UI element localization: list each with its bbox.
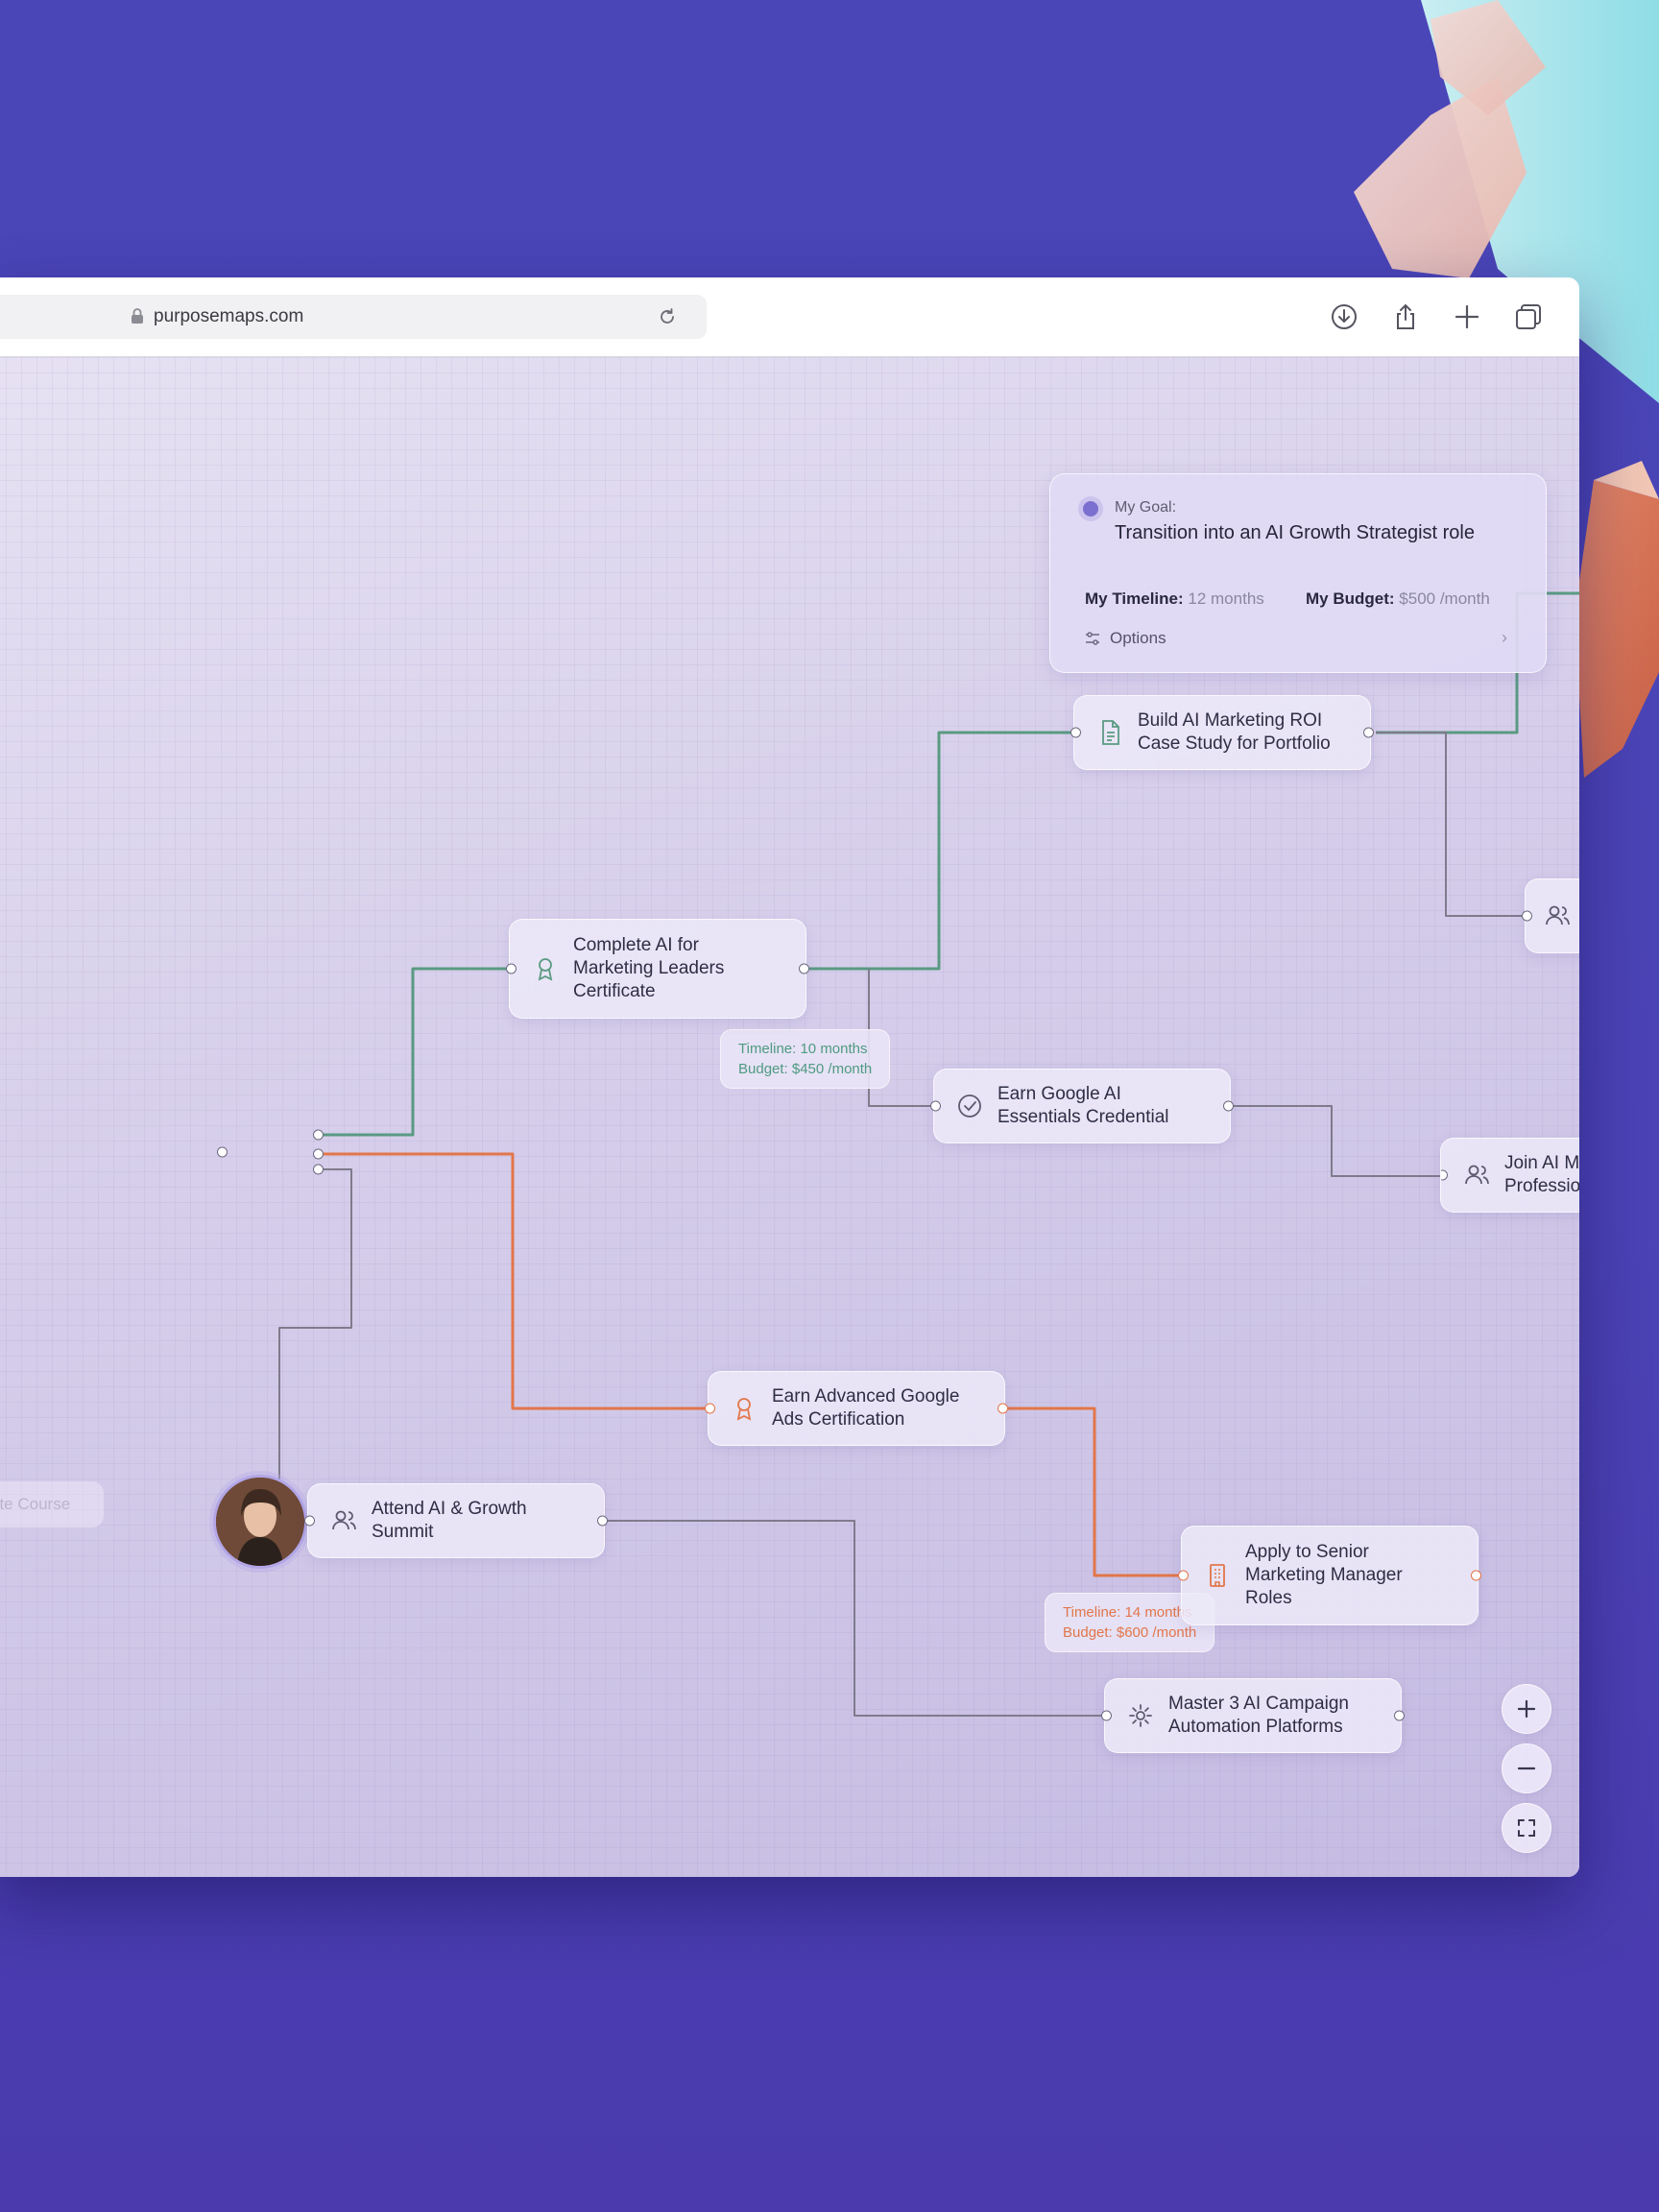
node-join-ai-professionals[interactable]: Join AI M Professio: [1440, 1138, 1579, 1213]
gear-icon: [1129, 1704, 1152, 1727]
node-complete-ai-certificate[interactable]: Complete AI for Marketing Leaders Certif…: [506, 919, 809, 1019]
node-output-port[interactable]: [799, 963, 809, 974]
node-label: Attend AI & Growth: [372, 1499, 527, 1519]
fullscreen-icon: [1518, 1819, 1535, 1837]
node-build-roi-case-study[interactable]: Build AI Marketing ROI Case Study for Po…: [1070, 695, 1374, 770]
browser-toolbar: purposemaps.com: [0, 277, 1579, 357]
users-icon: [1546, 905, 1570, 926]
plus-icon: [1517, 1699, 1536, 1719]
node-label: Marketing Leaders: [573, 958, 725, 978]
download-icon[interactable]: [1328, 301, 1360, 333]
green-path-summary: Timeline: 10 months Budget: $450 /month: [720, 1029, 891, 1089]
node-label: Earn Advanced Google: [772, 1386, 960, 1407]
tabs-icon[interactable]: [1512, 301, 1545, 333]
node-label: Build AI Marketing ROI: [1138, 710, 1323, 731]
node-label: Roles: [1245, 1588, 1292, 1608]
goal-timeline: My Timeline: 12 months: [1085, 589, 1264, 609]
node-input-port[interactable]: [1101, 1710, 1112, 1721]
chevron-right-icon[interactable]: ›: [1502, 628, 1507, 648]
zoom-out-button[interactable]: [1502, 1743, 1551, 1793]
goal-label: My Goal:: [1115, 499, 1177, 516]
award-icon: [736, 1398, 752, 1421]
timeline-value: 12 months: [1188, 589, 1264, 608]
award-icon: [538, 958, 553, 981]
goal-title: Transition into an AI Growth Strategist …: [1115, 522, 1475, 543]
node-input-port[interactable]: [705, 1403, 715, 1414]
node-label: Apply to Senior: [1245, 1542, 1369, 1562]
node-output-port[interactable]: [597, 1515, 608, 1527]
node-label: Professio: [1504, 1176, 1579, 1196]
url-text: purposemaps.com: [154, 306, 304, 326]
pill-timeline: Timeline: 10 months: [738, 1041, 868, 1057]
node-output-port[interactable]: [998, 1403, 1008, 1414]
pill-timeline: Timeline: 14 months: [1063, 1604, 1192, 1621]
users-icon: [332, 1510, 356, 1530]
plus-icon[interactable]: [1451, 301, 1483, 333]
zoom-in-button[interactable]: [1502, 1684, 1551, 1734]
user-avatar[interactable]: [213, 1475, 307, 1569]
node-label: Marketing Manager: [1245, 1565, 1403, 1585]
avatar-port[interactable]: [313, 1148, 324, 1160]
map-canvas[interactable]: ete Course My Goal: Transition into an A…: [0, 357, 1579, 1877]
timeline-key: My Timeline:: [1085, 589, 1184, 608]
avatar-portrait: [216, 1478, 304, 1566]
avatar-port[interactable]: [217, 1146, 228, 1158]
partial-node-ghost[interactable]: ete Course: [0, 1481, 104, 1527]
minus-icon: [1517, 1767, 1536, 1770]
options-label: Options: [1110, 629, 1166, 647]
document-icon: [1102, 720, 1119, 745]
building-icon: [1210, 1564, 1225, 1587]
avatar-port[interactable]: [313, 1129, 324, 1141]
share-icon[interactable]: [1389, 301, 1422, 333]
node-label: Case Study for Portfolio: [1138, 733, 1331, 754]
goal-status-dot: [1083, 501, 1098, 517]
goal-budget: My Budget: $500 /month: [1306, 589, 1490, 609]
reload-icon[interactable]: [657, 306, 678, 332]
node-input-port[interactable]: [930, 1100, 941, 1112]
pill-budget: Budget: $600 /month: [1063, 1624, 1197, 1641]
address-bar[interactable]: purposemaps.com: [0, 295, 707, 339]
node-output-port[interactable]: [1363, 727, 1374, 738]
node-input-port[interactable]: [1070, 727, 1081, 738]
node-input-port[interactable]: [1178, 1570, 1189, 1581]
node-attend-ai-growth-summit[interactable]: Attend AI & Growth Summit: [304, 1483, 608, 1558]
node-partial-users[interactable]: [1522, 878, 1579, 953]
node-input-port[interactable]: [304, 1515, 315, 1527]
browser-window: purposemaps.com te Course My Goal: Trans…: [0, 277, 1579, 1877]
node-label: Essentials Credential: [998, 1107, 1169, 1127]
node-output-port[interactable]: [1471, 1570, 1481, 1581]
options-button[interactable]: Options: [1085, 629, 1166, 648]
node-input-port[interactable]: [506, 963, 517, 974]
node-label: Certificate: [573, 981, 656, 1001]
node-label: Master 3 AI Campaign: [1168, 1694, 1349, 1714]
node-earn-advanced-google-ads[interactable]: Earn Advanced Google Ads Certification: [705, 1371, 1008, 1446]
users-icon: [1465, 1165, 1489, 1185]
node-label: Summit: [372, 1522, 434, 1542]
node-apply-senior-marketing-roles[interactable]: Apply to Senior Marketing Manager Roles: [1178, 1526, 1481, 1625]
node-input-port[interactable]: [1522, 910, 1532, 922]
node-master-ai-campaign-platforms[interactable]: Master 3 AI Campaign Automation Platform…: [1101, 1678, 1405, 1753]
node-label: Earn Google AI: [998, 1084, 1121, 1104]
sliders-icon: [1086, 632, 1099, 645]
avatar-port[interactable]: [313, 1164, 324, 1175]
node-label: Complete AI for: [573, 935, 699, 955]
node-label: Automation Platforms: [1168, 1717, 1343, 1737]
node-label: Ads Certification: [772, 1409, 905, 1430]
check-circle-icon: [958, 1094, 981, 1118]
fit-view-button[interactable]: [1502, 1803, 1551, 1853]
budget-key: My Budget:: [1306, 589, 1395, 608]
budget-value: $500 /month: [1399, 589, 1490, 608]
pill-budget: Budget: $450 /month: [738, 1061, 873, 1077]
node-label: Join AI M: [1504, 1153, 1579, 1173]
goal-card[interactable]: My Goal: Transition into an AI Growth St…: [1049, 473, 1547, 673]
node-earn-google-ai-credential[interactable]: Earn Google AI Essentials Credential: [930, 1069, 1234, 1143]
lock-icon: [131, 307, 144, 329]
node-output-port[interactable]: [1223, 1100, 1234, 1112]
node-output-port[interactable]: [1394, 1710, 1405, 1721]
node-input-port[interactable]: [1441, 1169, 1448, 1181]
